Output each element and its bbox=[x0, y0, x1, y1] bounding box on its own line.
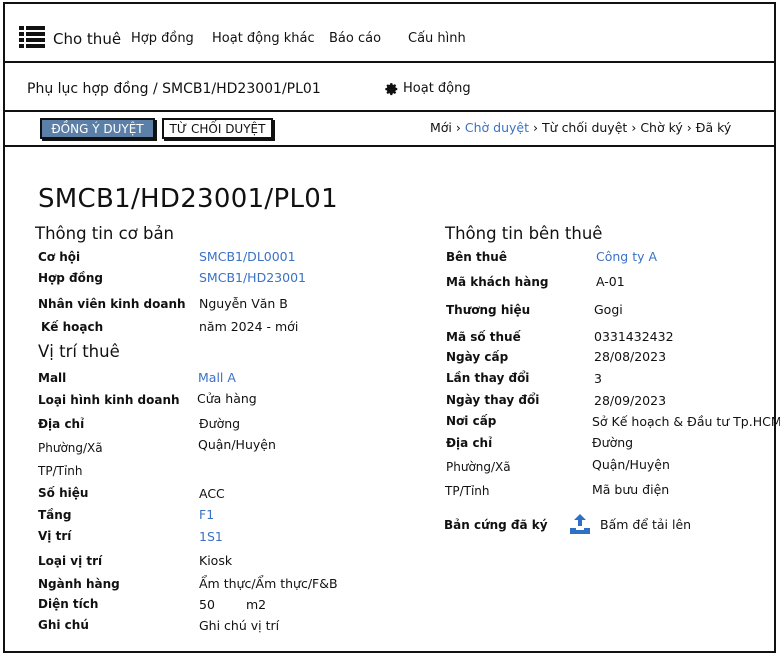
ward-label: Phường/Xã bbox=[38, 441, 103, 455]
issued-by-label: Nơi cấp bbox=[446, 414, 497, 428]
mall-label: Mall bbox=[38, 371, 67, 385]
business-type-label: Loại hình kinh doanh bbox=[38, 393, 180, 407]
signed-copy-label: Bản cứng đã ký bbox=[444, 518, 548, 532]
nav-item-reports[interactable]: Báo cáo bbox=[329, 31, 381, 46]
postal-code-value: Mã bưu điện bbox=[592, 482, 670, 497]
business-type-value: Cửa hàng bbox=[197, 391, 257, 406]
tenant-address-label: Địa chỉ bbox=[446, 436, 493, 450]
tax-code-label: Mã số thuế bbox=[446, 330, 521, 344]
nav-item-settings[interactable]: Cấu hình bbox=[408, 31, 466, 46]
action-bar: ĐỒNG Ý DUYỆT TỪ CHỐI DUYỆT Mới › Chờ duyệ… bbox=[3, 112, 776, 147]
floor-link[interactable]: F1 bbox=[199, 507, 214, 522]
tenant-address-value: Đường bbox=[592, 435, 634, 450]
activity-label: Hoạt động bbox=[403, 81, 471, 96]
top-nav: Cho thuê Hợp đồng Hoạt động khác Báo cáo… bbox=[3, 2, 776, 63]
step-signed[interactable]: Đã ký bbox=[696, 120, 732, 135]
menu-icon[interactable] bbox=[19, 26, 45, 48]
nav-item-contracts[interactable]: Hợp đồng bbox=[131, 31, 194, 46]
change-count-label: Lần thay đổi bbox=[446, 371, 530, 385]
tenant-label: Bên thuê bbox=[446, 250, 507, 264]
tax-code-value: 0331432432 bbox=[594, 329, 674, 344]
change-count-value: 3 bbox=[594, 371, 602, 386]
issue-date-label: Ngày cấp bbox=[446, 350, 509, 364]
breadcrumb[interactable]: Phụ lục hợp đồng / SMCB1/HD23001/PL01 bbox=[27, 81, 321, 97]
chevron-right-icon: › bbox=[631, 120, 637, 135]
upload-label: Bấm để tải lên bbox=[600, 516, 692, 532]
address-value: Đường bbox=[199, 416, 241, 431]
basic-info-heading: Thông tin cơ bản bbox=[35, 224, 175, 243]
tenant-info-heading: Thông tin bên thuê bbox=[445, 224, 603, 243]
floor-label: Tầng bbox=[38, 508, 72, 522]
category-value: Ẩm thực/Ẩm thực/F&B bbox=[199, 576, 338, 591]
chevron-right-icon: › bbox=[686, 120, 692, 135]
mall-link[interactable]: Mall A bbox=[198, 370, 236, 385]
unit-number-value: ACC bbox=[199, 486, 225, 501]
page-title: SMCB1/HD23001/PL01 bbox=[38, 184, 338, 214]
step-pending-approval[interactable]: Chờ duyệt bbox=[465, 120, 529, 135]
workflow-status: Mới › Chờ duyệt › Từ chối duyệt › Chờ ký › Đ… bbox=[430, 120, 731, 135]
tenant-district-value: Quận/Huyện bbox=[592, 457, 670, 472]
gear-icon bbox=[385, 82, 398, 95]
change-date-value: 28/09/2023 bbox=[594, 393, 667, 408]
step-new[interactable]: Mới bbox=[430, 120, 452, 135]
issue-date-value: 28/08/2023 bbox=[594, 349, 667, 364]
issued-by-value: Sở Kế hoạch & Đầu tư Tp.HCM bbox=[592, 414, 780, 429]
position-label: Vị trí bbox=[38, 529, 72, 543]
note-label: Ghi chú bbox=[38, 618, 89, 632]
sales-staff-label: Nhân viên kinh doanh bbox=[38, 297, 186, 311]
area-value: 50 bbox=[199, 597, 215, 612]
unit-number-label: Số hiệu bbox=[38, 486, 89, 500]
approve-button[interactable]: ĐỒNG Ý DUYỆT bbox=[40, 118, 155, 139]
chevron-right-icon: › bbox=[533, 120, 539, 135]
change-date-label: Ngày thay đổi bbox=[446, 393, 540, 407]
district-value: Quận/Huyện bbox=[198, 437, 276, 452]
breadcrumb-bar: Phụ lục hợp đồng / SMCB1/HD23001/PL01 Ho… bbox=[3, 63, 776, 112]
chevron-right-icon: › bbox=[455, 120, 461, 135]
category-label: Ngành hàng bbox=[38, 577, 120, 591]
plan-label: Kế hoạch bbox=[41, 320, 104, 334]
location-heading: Vị trí thuê bbox=[38, 342, 120, 361]
reject-button[interactable]: TỪ CHỐI DUYỆT bbox=[162, 118, 273, 139]
plan-value: năm 2024 - mới bbox=[199, 319, 299, 334]
customer-code-value: A-01 bbox=[596, 274, 625, 289]
position-link[interactable]: 1S1 bbox=[199, 529, 223, 544]
position-type-label: Loại vị trí bbox=[38, 554, 103, 568]
step-awaiting-signature[interactable]: Chờ ký bbox=[640, 120, 682, 135]
brand-value: Gogi bbox=[594, 302, 623, 317]
step-rejected[interactable]: Từ chối duyệt bbox=[542, 120, 627, 135]
opportunity-link[interactable]: SMCB1/DL0001 bbox=[199, 249, 296, 264]
sales-staff-value: Nguyễn Văn B bbox=[199, 296, 288, 311]
upload-icon bbox=[570, 514, 590, 534]
contract-label: Hợp đồng bbox=[38, 271, 104, 285]
brand-label: Thương hiệu bbox=[446, 303, 531, 317]
note-value: Ghi chú vị trí bbox=[199, 618, 280, 633]
customer-code-label: Mã khách hàng bbox=[446, 275, 549, 289]
tenant-city-label: TP/Tỉnh bbox=[445, 484, 490, 498]
tenant-link[interactable]: Công ty A bbox=[596, 249, 657, 264]
opportunity-label: Cơ hội bbox=[38, 250, 81, 264]
app-title[interactable]: Cho thuê bbox=[53, 30, 121, 48]
upload-button[interactable]: Bấm để tải lên bbox=[568, 512, 691, 536]
contract-link[interactable]: SMCB1/HD23001 bbox=[199, 270, 306, 285]
area-label: Diện tích bbox=[38, 597, 99, 611]
city-label: TP/Tỉnh bbox=[38, 464, 83, 478]
nav-item-other-activities[interactable]: Hoạt động khác bbox=[212, 31, 315, 46]
position-type-value: Kiosk bbox=[199, 553, 233, 568]
tenant-ward-label: Phường/Xã bbox=[446, 460, 511, 474]
activity-button[interactable]: Hoạt động bbox=[385, 81, 471, 96]
area-unit: m2 bbox=[246, 597, 267, 612]
address-label: Địa chỉ bbox=[38, 417, 85, 431]
